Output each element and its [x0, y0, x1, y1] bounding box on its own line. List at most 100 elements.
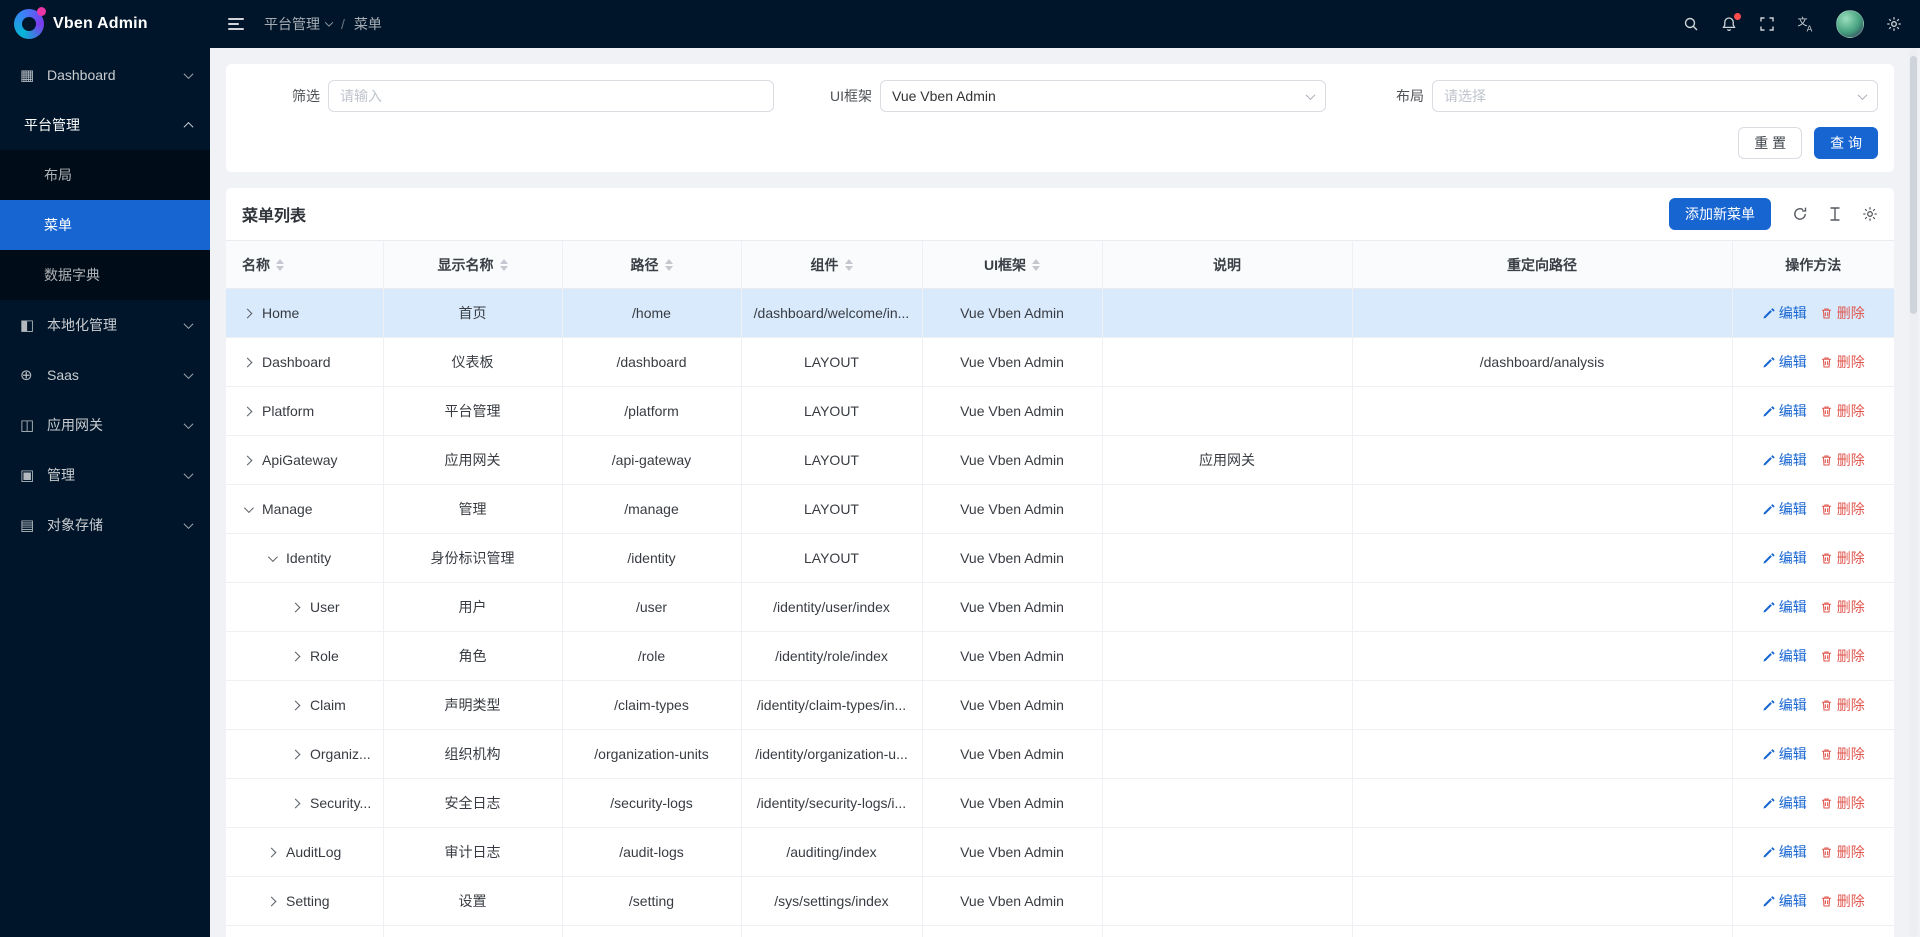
- table-row[interactable]: Platform平台管理/platformLAYOUTVue Vben Admi…: [226, 387, 1894, 436]
- user-avatar[interactable]: [1836, 10, 1864, 38]
- edit-button[interactable]: 编辑: [1762, 548, 1807, 568]
- table-row[interactable]: Home首页/home/dashboard/welcome/in...Vue V…: [226, 289, 1894, 338]
- delete-button[interactable]: 删除: [1820, 548, 1865, 568]
- ui-framework-select[interactable]: Vue Vben Admin: [880, 80, 1326, 112]
- sidebar-item-localization[interactable]: ◧本地化管理: [0, 300, 210, 350]
- collapse-row-icon[interactable]: [268, 552, 278, 562]
- edit-button[interactable]: 编辑: [1762, 597, 1807, 617]
- edit-button[interactable]: 编辑: [1762, 303, 1807, 323]
- table-row[interactable]: ApiGateway应用网关/api-gatewayLAYOUTVue Vben…: [226, 436, 1894, 485]
- sidebar-item-app-gateway[interactable]: ◫应用网关: [0, 400, 210, 450]
- sidebar-item-saas[interactable]: ⊕Saas: [0, 350, 210, 400]
- expand-row-icon[interactable]: [291, 798, 301, 808]
- chevron-down-icon: [184, 519, 194, 529]
- edit-button[interactable]: 编辑: [1762, 744, 1807, 764]
- translate-icon[interactable]: 文A: [1797, 16, 1814, 33]
- table-row[interactable]: Dashboard仪表板/dashboardLAYOUTVue Vben Adm…: [226, 338, 1894, 387]
- table-row[interactable]: User用户/user/identity/user/indexVue Vben …: [226, 583, 1894, 632]
- expand-row-icon[interactable]: [291, 700, 301, 710]
- column-header-path[interactable]: 路径: [562, 241, 741, 289]
- expand-row-icon[interactable]: [243, 455, 253, 465]
- delete-button[interactable]: 删除: [1820, 842, 1865, 862]
- table-row[interactable]: Organiz...组织机构/organization-units/identi…: [226, 730, 1894, 779]
- row-height-icon[interactable]: [1827, 206, 1843, 222]
- row-name: Platform: [262, 403, 314, 419]
- layout-select[interactable]: 请选择: [1432, 80, 1878, 112]
- table-row[interactable]: Setting设置/setting/sys/settings/indexVue …: [226, 877, 1894, 926]
- expand-row-icon[interactable]: [267, 896, 277, 906]
- sort-icon[interactable]: [845, 259, 853, 271]
- table-row[interactable]: Manage管理/manageLAYOUTVue Vben Admin编辑删除: [226, 485, 1894, 534]
- sidebar-item-layout[interactable]: 布局: [0, 150, 210, 200]
- delete-button[interactable]: 删除: [1820, 646, 1865, 666]
- sidebar-item-menu[interactable]: 菜单: [0, 200, 210, 250]
- sidebar-item-dashboard[interactable]: ▦Dashboard: [0, 50, 210, 100]
- row-component: /identity/role/index: [741, 632, 922, 681]
- refresh-icon[interactable]: [1792, 206, 1808, 222]
- sort-icon[interactable]: [500, 259, 508, 271]
- delete-button[interactable]: 删除: [1820, 303, 1865, 323]
- table-row[interactable]: Security...安全日志/security-logs/identity/s…: [226, 779, 1894, 828]
- expand-row-icon[interactable]: [291, 602, 301, 612]
- scrollbar-thumb[interactable]: [1910, 56, 1917, 314]
- delete-button[interactable]: 删除: [1820, 401, 1865, 421]
- sort-icon[interactable]: [276, 259, 284, 271]
- add-menu-button[interactable]: 添加新菜单: [1669, 198, 1771, 230]
- edit-button[interactable]: 编辑: [1762, 499, 1807, 519]
- edit-button[interactable]: 编辑: [1762, 793, 1807, 813]
- breadcrumb-item-platform[interactable]: 平台管理: [264, 14, 332, 34]
- column-header-component[interactable]: 组件: [741, 241, 922, 289]
- collapse-row-icon[interactable]: [244, 503, 254, 513]
- filter-keyword-input[interactable]: [328, 80, 774, 112]
- column-header-display-name[interactable]: 显示名称: [383, 241, 562, 289]
- sidebar-collapse-icon[interactable]: [226, 14, 246, 34]
- edit-button[interactable]: 编辑: [1762, 891, 1807, 911]
- edit-button[interactable]: 编辑: [1762, 842, 1807, 862]
- delete-button[interactable]: 删除: [1820, 499, 1865, 519]
- breadcrumb-current: 菜单: [354, 14, 382, 34]
- delete-button[interactable]: 删除: [1820, 352, 1865, 372]
- table-row[interactable]: Claim声明类型/claim-types/identity/claim-typ…: [226, 681, 1894, 730]
- expand-row-icon[interactable]: [243, 406, 253, 416]
- sort-icon[interactable]: [665, 259, 673, 271]
- reset-button[interactable]: 重 置: [1738, 127, 1802, 159]
- expand-row-icon[interactable]: [291, 651, 301, 661]
- edit-button[interactable]: 编辑: [1762, 450, 1807, 470]
- delete-button[interactable]: 删除: [1820, 450, 1865, 470]
- column-header-description: 说明: [1102, 241, 1352, 289]
- edit-button[interactable]: 编辑: [1762, 695, 1807, 715]
- delete-button[interactable]: 删除: [1820, 793, 1865, 813]
- delete-button[interactable]: 删除: [1820, 744, 1865, 764]
- column-header-ui-framework[interactable]: UI框架: [922, 241, 1102, 289]
- table-row[interactable]: Identity身份标识管理/identityLAYOUTVue Vben Ad…: [226, 534, 1894, 583]
- sidebar-item-platform-management[interactable]: 平台管理: [0, 100, 210, 150]
- expand-row-icon[interactable]: [267, 847, 277, 857]
- expand-row-icon[interactable]: [291, 749, 301, 759]
- search-icon[interactable]: [1683, 16, 1699, 32]
- column-header-name[interactable]: 名称: [226, 241, 383, 289]
- app-logo[interactable]: Vben Admin: [0, 0, 210, 48]
- edit-button[interactable]: 编辑: [1762, 646, 1807, 666]
- row-component: LAYOUT: [741, 338, 922, 387]
- delete-button[interactable]: 删除: [1820, 891, 1865, 911]
- notification-bell-icon[interactable]: [1721, 16, 1737, 32]
- expand-row-icon[interactable]: [243, 308, 253, 318]
- delete-button[interactable]: 删除: [1820, 597, 1865, 617]
- edit-button[interactable]: 编辑: [1762, 352, 1807, 372]
- table-row[interactable]: Role角色/role/identity/role/indexVue Vben …: [226, 632, 1894, 681]
- expand-row-icon[interactable]: [243, 357, 253, 367]
- sidebar-item-management[interactable]: ▣管理: [0, 450, 210, 500]
- settings-gear-icon[interactable]: [1886, 16, 1902, 32]
- row-ui-framework: Vue Vben Admin: [922, 338, 1102, 387]
- table-row[interactable]: AuditLog审计日志/audit-logs/auditing/indexVu…: [226, 828, 1894, 877]
- fullscreen-icon[interactable]: [1759, 16, 1775, 32]
- sidebar-item-data-dictionary[interactable]: 数据字典: [0, 250, 210, 300]
- vertical-scrollbar[interactable]: [1909, 48, 1918, 937]
- query-button[interactable]: 查 询: [1814, 127, 1878, 159]
- sort-icon[interactable]: [1032, 259, 1040, 271]
- delete-button[interactable]: 删除: [1820, 695, 1865, 715]
- column-settings-icon[interactable]: [1862, 206, 1878, 222]
- edit-button[interactable]: 编辑: [1762, 401, 1807, 421]
- row-description: [1102, 338, 1352, 387]
- sidebar-item-object-storage[interactable]: ▤对象存储: [0, 500, 210, 550]
